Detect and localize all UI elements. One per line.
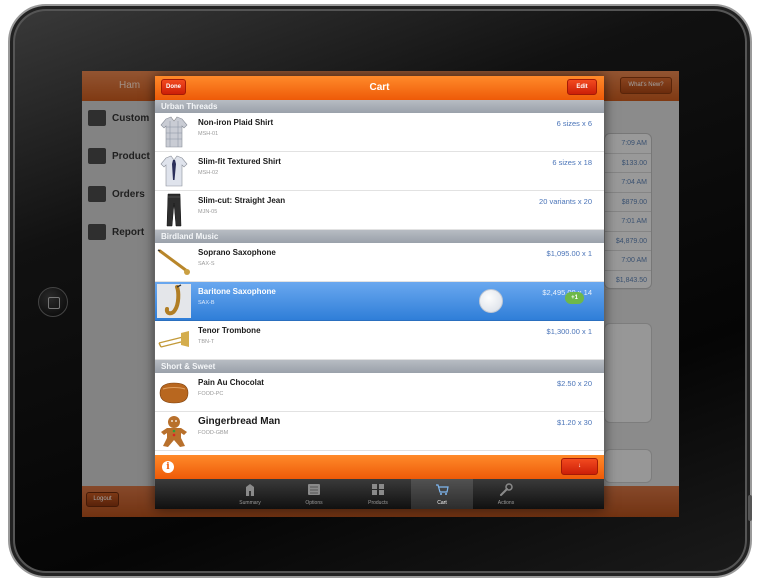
cart-action-button[interactable]: ↓ <box>561 458 598 475</box>
tab-actions[interactable]: Actions <box>475 479 537 509</box>
cart-item-row-selected[interactable]: Baritone Saxophone SAX-B $2,495.00 x 14 … <box>155 282 604 321</box>
cart-item-row[interactable]: Soprano Saxophone SAX-S $1,095.00 x 1 <box>155 243 604 282</box>
item-name: Gingerbread Man <box>198 416 281 427</box>
list-icon <box>308 484 320 495</box>
item-sku: SAX-S <box>198 261 215 267</box>
home-button[interactable] <box>38 287 68 317</box>
cart-item-row[interactable]: Pain Au Chocolat FOOD-PC $2.50 x 20 <box>155 373 604 412</box>
cart-item-row[interactable]: Gingerbread Man FOOD-GBM $1.20 x 30 <box>155 412 604 451</box>
device-side-button <box>748 495 752 521</box>
tab-label: Summary <box>239 500 261 506</box>
item-quantity-detail: 6 sizes x 6 <box>556 119 592 128</box>
tab-options[interactable]: Options <box>283 479 345 509</box>
item-name: Slim-fit Textured Shirt <box>198 157 281 166</box>
section-header-urban-threads: Urban Threads <box>155 100 604 113</box>
item-quantity-detail: $2.50 x 20 <box>556 379 592 388</box>
cart-title: Cart <box>369 82 390 93</box>
plaid-shirt-thumbnail <box>160 116 188 148</box>
item-name: Slim-cut: Straight Jean <box>198 196 286 205</box>
item-name: Baritone Saxophone <box>198 287 276 296</box>
item-quantity-detail: 20 variants x 20 <box>539 197 592 206</box>
cart-header: Done Cart Edit <box>155 76 604 100</box>
item-sku: FOOD-GBM <box>198 430 229 436</box>
info-icon[interactable]: i <box>162 461 174 473</box>
cart-list[interactable]: Urban Threads Non-iron Plaid Shirt MSH-0… <box>155 100 604 455</box>
baritone-saxophone-thumbnail <box>157 284 191 318</box>
tab-label: Cart <box>437 500 447 506</box>
gingerbread-man-thumbnail <box>161 416 187 447</box>
jeans-thumbnail <box>166 193 182 227</box>
tab-cart[interactable]: Cart <box>411 479 473 509</box>
drag-handle[interactable] <box>479 289 503 313</box>
item-sku: FOOD-PC <box>198 391 224 397</box>
soprano-saxophone-thumbnail <box>157 249 190 275</box>
item-sku: MJN-05 <box>198 209 218 215</box>
item-name: Tenor Trombone <box>198 326 261 335</box>
cart-item-row[interactable]: Slim-cut: Straight Jean MJN-05 20 varian… <box>155 191 604 230</box>
section-header-birdland-music: Birdland Music <box>155 230 604 243</box>
item-name: Non-iron Plaid Shirt <box>198 118 274 127</box>
grid-icon <box>372 484 384 495</box>
tab-products[interactable]: Products <box>347 479 409 509</box>
building-icon <box>246 484 254 496</box>
pain-au-chocolat-thumbnail <box>159 382 189 404</box>
item-quantity-detail: $1,300.00 x 1 <box>546 327 592 336</box>
cart-icon <box>436 484 449 495</box>
section-header-short-and-sweet: Short & Sweet <box>155 360 604 373</box>
item-name: Soprano Saxophone <box>198 248 276 257</box>
cart-item-row[interactable]: Non-iron Plaid Shirt MSH-01 6 sizes x 6 <box>155 113 604 152</box>
item-quantity-detail: 6 sizes x 18 <box>552 158 592 167</box>
quantity-increment-badge[interactable]: +1 <box>565 292 584 304</box>
item-sku: SAX-B <box>198 300 215 306</box>
cart-footer: i ↓ <box>155 455 604 479</box>
tab-summary[interactable]: Summary <box>219 479 281 509</box>
item-sku: MSH-02 <box>198 170 219 176</box>
item-name: Pain Au Chocolat <box>198 378 264 387</box>
ipad-screen: Ham What's New? Custom Product Orders Re… <box>82 71 679 517</box>
edit-button[interactable]: Edit <box>567 79 597 95</box>
item-sku: MSH-01 <box>198 131 219 137</box>
wrench-icon <box>500 483 513 496</box>
tab-label: Actions <box>497 500 515 506</box>
cart-item-row[interactable]: Slim-fit Textured Shirt MSH-02 6 sizes x… <box>155 152 604 191</box>
item-quantity-detail: $1,095.00 x 1 <box>546 249 592 258</box>
tab-label: Products <box>368 500 388 506</box>
cart-item-row[interactable]: Tenor Trombone TBN-T $1,300.00 x 1 <box>155 321 604 360</box>
item-quantity-detail: $1.20 x 30 <box>556 418 592 427</box>
textured-shirt-thumbnail <box>160 155 188 187</box>
cart-modal: Done Cart Edit Urban Threads Non-iron Pl… <box>155 76 604 509</box>
item-sku: TBN-T <box>198 339 215 345</box>
tab-label: Options <box>305 500 323 506</box>
trombone-thumbnail <box>158 331 189 348</box>
tab-bar: Summary Options Products Cart Actions <box>155 479 604 509</box>
